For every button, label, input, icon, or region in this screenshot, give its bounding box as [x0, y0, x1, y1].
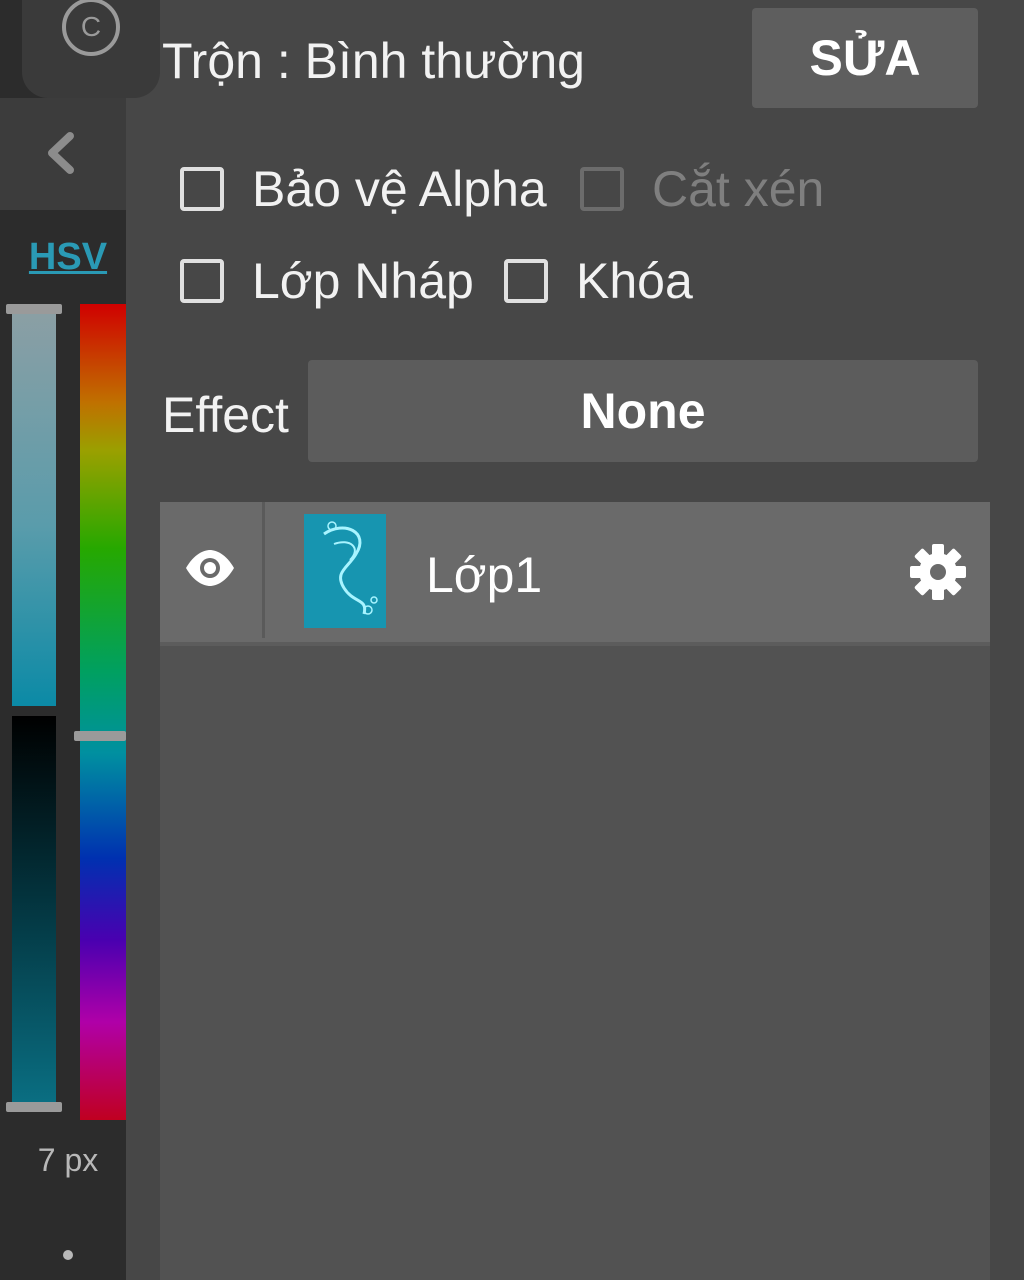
- checkbox-box[interactable]: [504, 259, 548, 303]
- layer-name[interactable]: Lớp1: [426, 546, 542, 604]
- eye-icon[interactable]: [184, 548, 236, 588]
- clipping-checkbox: Cắt xén: [580, 160, 824, 218]
- collapse-panel-button[interactable]: [0, 98, 126, 210]
- blend-mode-label[interactable]: Trộn : Bình thường: [162, 32, 585, 90]
- hue-slider[interactable]: [80, 304, 126, 1120]
- layer-thumbnail: [304, 514, 386, 628]
- value-slider-handle[interactable]: [6, 1102, 62, 1112]
- checkbox-box[interactable]: [180, 259, 224, 303]
- checkbox-box: [580, 167, 624, 211]
- effect-select[interactable]: None: [308, 360, 978, 462]
- color-sidebar: C HSV 7 px: [0, 0, 160, 1280]
- edit-blend-button[interactable]: SỬA: [752, 8, 978, 108]
- saturation-slider[interactable]: [12, 304, 56, 706]
- color-mode-toggle[interactable]: HSV: [0, 236, 136, 279]
- hue-slider-handle[interactable]: [74, 731, 126, 741]
- copyright-icon: C: [62, 0, 120, 56]
- protect-alpha-checkbox[interactable]: Bảo vệ Alpha: [180, 160, 547, 218]
- checkbox-box[interactable]: [180, 167, 224, 211]
- layer-row[interactable]: Lớp1: [160, 502, 990, 646]
- draft-layer-label: Lớp Nháp: [252, 253, 474, 309]
- layers-list: Lớp1: [160, 502, 990, 1280]
- lock-label: Khóa: [576, 253, 693, 309]
- gear-icon[interactable]: [908, 542, 968, 602]
- lock-checkbox[interactable]: Khóa: [504, 252, 693, 310]
- draft-layer-checkbox[interactable]: Lớp Nháp: [180, 252, 474, 310]
- tool-button[interactable]: C: [22, 0, 160, 98]
- saturation-slider-handle[interactable]: [6, 304, 62, 314]
- effect-label: Effect: [162, 387, 289, 443]
- row-divider: [262, 502, 265, 638]
- chevron-left-icon: [48, 132, 74, 174]
- brush-size-dot: [63, 1250, 73, 1260]
- brush-size-label[interactable]: 7 px: [0, 1142, 136, 1179]
- protect-alpha-label: Bảo vệ Alpha: [252, 161, 547, 217]
- clipping-label: Cắt xén: [652, 161, 825, 217]
- value-slider[interactable]: [12, 716, 56, 1112]
